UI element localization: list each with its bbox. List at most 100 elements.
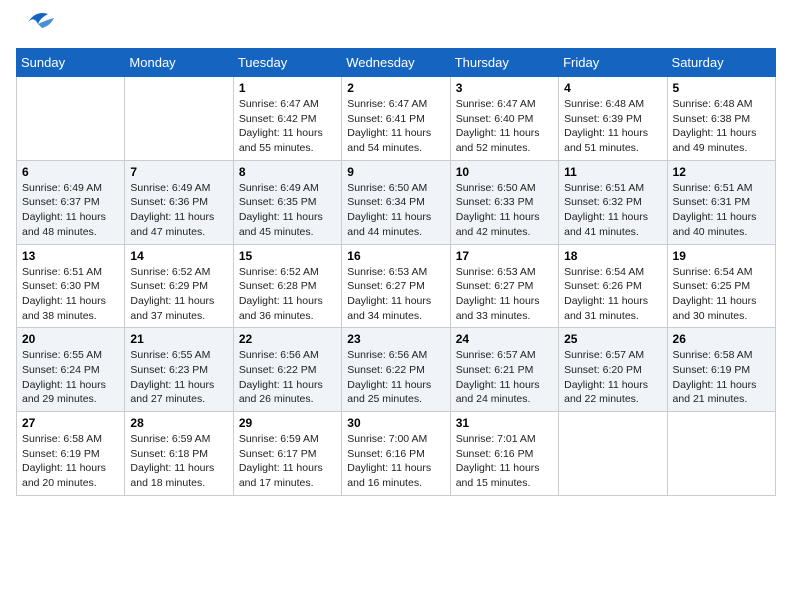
day-number: 4 (564, 81, 661, 95)
day-number: 16 (347, 249, 444, 263)
calendar-cell: 2 Sunrise: 6:47 AMSunset: 6:41 PMDaylight… (342, 77, 450, 161)
day-number: 6 (22, 165, 119, 179)
weekday-header-tuesday: Tuesday (233, 49, 341, 77)
day-info: Sunrise: 6:58 AMSunset: 6:19 PMDaylight:… (22, 432, 119, 491)
calendar-cell: 12 Sunrise: 6:51 AMSunset: 6:31 PMDayligh… (667, 160, 775, 244)
day-number: 2 (347, 81, 444, 95)
day-number: 10 (456, 165, 553, 179)
day-info: Sunrise: 6:50 AMSunset: 6:33 PMDaylight:… (456, 181, 553, 240)
calendar-cell: 27 Sunrise: 6:58 AMSunset: 6:19 PMDayligh… (17, 412, 125, 496)
day-number: 25 (564, 332, 661, 346)
day-number: 3 (456, 81, 553, 95)
calendar-cell: 17 Sunrise: 6:53 AMSunset: 6:27 PMDayligh… (450, 244, 558, 328)
calendar-cell: 10 Sunrise: 6:50 AMSunset: 6:33 PMDayligh… (450, 160, 558, 244)
weekday-header-wednesday: Wednesday (342, 49, 450, 77)
calendar-cell (17, 77, 125, 161)
day-info: Sunrise: 6:56 AMSunset: 6:22 PMDaylight:… (347, 348, 444, 407)
day-info: Sunrise: 6:47 AMSunset: 6:40 PMDaylight:… (456, 97, 553, 156)
calendar-week-row: 27 Sunrise: 6:58 AMSunset: 6:19 PMDayligh… (17, 412, 776, 496)
day-number: 1 (239, 81, 336, 95)
day-info: Sunrise: 6:53 AMSunset: 6:27 PMDaylight:… (456, 265, 553, 324)
day-info: Sunrise: 6:55 AMSunset: 6:24 PMDaylight:… (22, 348, 119, 407)
calendar-cell: 14 Sunrise: 6:52 AMSunset: 6:29 PMDayligh… (125, 244, 233, 328)
day-info: Sunrise: 6:47 AMSunset: 6:41 PMDaylight:… (347, 97, 444, 156)
calendar-cell: 26 Sunrise: 6:58 AMSunset: 6:19 PMDayligh… (667, 328, 775, 412)
day-info: Sunrise: 6:53 AMSunset: 6:27 PMDaylight:… (347, 265, 444, 324)
calendar-cell: 6 Sunrise: 6:49 AMSunset: 6:37 PMDaylight… (17, 160, 125, 244)
day-info: Sunrise: 6:57 AMSunset: 6:21 PMDaylight:… (456, 348, 553, 407)
calendar-cell: 20 Sunrise: 6:55 AMSunset: 6:24 PMDayligh… (17, 328, 125, 412)
day-number: 7 (130, 165, 227, 179)
calendar-week-row: 6 Sunrise: 6:49 AMSunset: 6:37 PMDaylight… (17, 160, 776, 244)
day-info: Sunrise: 6:51 AMSunset: 6:30 PMDaylight:… (22, 265, 119, 324)
calendar-cell: 7Sunrise: 6:49 AMSunset: 6:36 PMDaylight… (125, 160, 233, 244)
calendar-cell: 4 Sunrise: 6:48 AMSunset: 6:39 PMDaylight… (559, 77, 667, 161)
day-info: Sunrise: 6:49 AMSunset: 6:35 PMDaylight:… (239, 181, 336, 240)
calendar-cell: 23 Sunrise: 6:56 AMSunset: 6:22 PMDayligh… (342, 328, 450, 412)
calendar-cell: 8 Sunrise: 6:49 AMSunset: 6:35 PMDaylight… (233, 160, 341, 244)
day-info: Sunrise: 6:51 AMSunset: 6:32 PMDaylight:… (564, 181, 661, 240)
day-number: 13 (22, 249, 119, 263)
day-number: 8 (239, 165, 336, 179)
day-info: Sunrise: 6:58 AMSunset: 6:19 PMDaylight:… (673, 348, 770, 407)
day-number: 28 (130, 416, 227, 430)
day-number: 30 (347, 416, 444, 430)
day-number: 20 (22, 332, 119, 346)
day-number: 12 (673, 165, 770, 179)
calendar-cell: 15 Sunrise: 6:52 AMSunset: 6:28 PMDayligh… (233, 244, 341, 328)
calendar-cell: 31 Sunrise: 7:01 AMSunset: 6:16 PMDayligh… (450, 412, 558, 496)
logo (16, 16, 56, 36)
day-info: Sunrise: 6:52 AMSunset: 6:29 PMDaylight:… (130, 265, 227, 324)
calendar-cell: 24Sunrise: 6:57 AMSunset: 6:21 PMDayligh… (450, 328, 558, 412)
logo-bird-icon (18, 8, 56, 36)
day-number: 5 (673, 81, 770, 95)
weekday-header-saturday: Saturday (667, 49, 775, 77)
calendar-cell: 11 Sunrise: 6:51 AMSunset: 6:32 PMDayligh… (559, 160, 667, 244)
day-number: 31 (456, 416, 553, 430)
weekday-header-friday: Friday (559, 49, 667, 77)
day-info: Sunrise: 6:56 AMSunset: 6:22 PMDaylight:… (239, 348, 336, 407)
day-number: 29 (239, 416, 336, 430)
calendar-cell: 30 Sunrise: 7:00 AMSunset: 6:16 PMDayligh… (342, 412, 450, 496)
calendar-cell: 1Sunrise: 6:47 AMSunset: 6:42 PMDaylight… (233, 77, 341, 161)
calendar-cell: 18Sunrise: 6:54 AMSunset: 6:26 PMDayligh… (559, 244, 667, 328)
day-info: Sunrise: 6:49 AMSunset: 6:37 PMDaylight:… (22, 181, 119, 240)
day-info: Sunrise: 6:51 AMSunset: 6:31 PMDaylight:… (673, 181, 770, 240)
day-number: 14 (130, 249, 227, 263)
day-number: 23 (347, 332, 444, 346)
weekday-header-sunday: Sunday (17, 49, 125, 77)
calendar-week-row: 13 Sunrise: 6:51 AMSunset: 6:30 PMDayligh… (17, 244, 776, 328)
calendar-cell: 13 Sunrise: 6:51 AMSunset: 6:30 PMDayligh… (17, 244, 125, 328)
day-number: 17 (456, 249, 553, 263)
calendar-header-row: SundayMondayTuesdayWednesdayThursdayFrid… (17, 49, 776, 77)
calendar-cell: 28 Sunrise: 6:59 AMSunset: 6:18 PMDayligh… (125, 412, 233, 496)
calendar-cell: 22 Sunrise: 6:56 AMSunset: 6:22 PMDayligh… (233, 328, 341, 412)
day-info: Sunrise: 7:01 AMSunset: 6:16 PMDaylight:… (456, 432, 553, 491)
day-number: 15 (239, 249, 336, 263)
calendar-week-row: 20 Sunrise: 6:55 AMSunset: 6:24 PMDayligh… (17, 328, 776, 412)
calendar-cell (559, 412, 667, 496)
day-number: 27 (22, 416, 119, 430)
calendar-cell: 9Sunrise: 6:50 AMSunset: 6:34 PMDaylight… (342, 160, 450, 244)
calendar-cell (125, 77, 233, 161)
day-info: Sunrise: 6:55 AMSunset: 6:23 PMDaylight:… (130, 348, 227, 407)
day-info: Sunrise: 6:52 AMSunset: 6:28 PMDaylight:… (239, 265, 336, 324)
day-info: Sunrise: 6:54 AMSunset: 6:26 PMDaylight:… (564, 265, 661, 324)
weekday-header-monday: Monday (125, 49, 233, 77)
day-info: Sunrise: 6:57 AMSunset: 6:20 PMDaylight:… (564, 348, 661, 407)
day-number: 9 (347, 165, 444, 179)
day-info: Sunrise: 6:59 AMSunset: 6:17 PMDaylight:… (239, 432, 336, 491)
day-info: Sunrise: 7:00 AMSunset: 6:16 PMDaylight:… (347, 432, 444, 491)
calendar-cell: 21 Sunrise: 6:55 AMSunset: 6:23 PMDayligh… (125, 328, 233, 412)
weekday-header-thursday: Thursday (450, 49, 558, 77)
day-info: Sunrise: 6:59 AMSunset: 6:18 PMDaylight:… (130, 432, 227, 491)
calendar-cell: 3 Sunrise: 6:47 AMSunset: 6:40 PMDaylight… (450, 77, 558, 161)
day-number: 21 (130, 332, 227, 346)
day-info: Sunrise: 6:54 AMSunset: 6:25 PMDaylight:… (673, 265, 770, 324)
day-number: 11 (564, 165, 661, 179)
day-number: 22 (239, 332, 336, 346)
day-info: Sunrise: 6:48 AMSunset: 6:39 PMDaylight:… (564, 97, 661, 156)
calendar-cell: 19Sunrise: 6:54 AMSunset: 6:25 PMDayligh… (667, 244, 775, 328)
page-header (16, 16, 776, 36)
day-number: 26 (673, 332, 770, 346)
